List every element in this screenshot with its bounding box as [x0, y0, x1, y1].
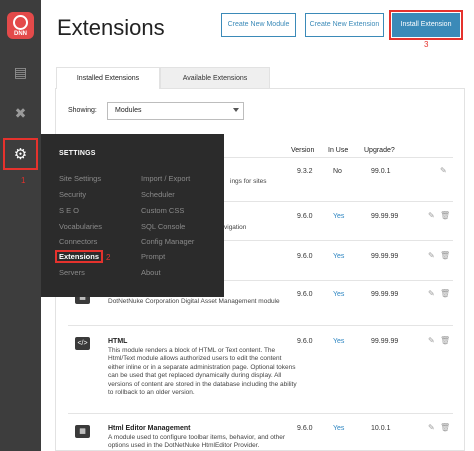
dnn-logo[interactable]: DNN: [7, 12, 34, 39]
document-icon[interactable]: ▤: [12, 64, 29, 81]
column-header-upgrade: Upgrade?: [364, 147, 395, 154]
row-1-in-use: No: [333, 168, 342, 175]
settings-flyout-menu: SETTINGS Site Settings Security S E O Vo…: [41, 134, 224, 297]
install-extension-button[interactable]: Install Extension: [392, 13, 460, 37]
chevron-down-icon: [233, 108, 239, 112]
page-title: Extensions: [57, 15, 165, 40]
menu-item-prompt[interactable]: Prompt: [141, 252, 165, 261]
editor-module-icon: ▦: [75, 425, 90, 438]
logo-text: DNN: [14, 31, 27, 37]
menu-item-connectors[interactable]: Connectors: [59, 237, 97, 246]
row-divider: [68, 413, 453, 414]
row-5-version: 9.6.0: [297, 338, 313, 345]
row-divider: [68, 325, 453, 326]
trash-icon[interactable]: 🗑: [440, 336, 450, 345]
pencil-icon[interactable]: ✎: [428, 423, 435, 432]
step-marker-3: 3: [424, 40, 429, 49]
gear-icon[interactable]: ⚙: [12, 146, 29, 163]
row-2-upgrade: 99.99.99: [371, 213, 399, 220]
row-3-upgrade: 99.99.99: [371, 253, 399, 260]
menu-item-sql-console[interactable]: SQL Console: [141, 222, 185, 231]
row-6-version: 9.6.0: [297, 425, 313, 432]
row-3-version: 9.6.0: [297, 253, 313, 260]
row-5-name: HTML: [108, 338, 128, 345]
row-1-description: ings for sites: [230, 178, 267, 185]
row-2-version: 9.6.0: [297, 213, 313, 220]
menu-item-config-manager[interactable]: Config Manager: [141, 237, 194, 246]
tab-available-extensions[interactable]: Available Extensions: [160, 67, 270, 89]
menu-item-extensions[interactable]: Extensions: [59, 252, 99, 261]
create-new-module-button[interactable]: Create New Module: [221, 13, 296, 37]
row-5-upgrade: 99.99.99: [371, 338, 399, 345]
trash-icon[interactable]: 🗑: [440, 423, 450, 432]
menu-item-servers[interactable]: Servers: [59, 268, 85, 277]
row-5-description: This module renders a block of HTML or T…: [108, 347, 297, 397]
trash-icon[interactable]: 🗑: [440, 211, 450, 220]
pencil-icon[interactable]: ✎: [428, 289, 435, 298]
tools-icon[interactable]: ✖: [12, 105, 29, 122]
create-new-extension-button[interactable]: Create New Extension: [305, 13, 384, 37]
trash-icon[interactable]: 🗑: [440, 289, 450, 298]
menu-item-about[interactable]: About: [141, 268, 161, 277]
menu-item-security[interactable]: Security: [59, 190, 86, 199]
row-1-version: 9.3.2: [297, 168, 313, 175]
row-6-in-use[interactable]: Yes: [333, 425, 344, 432]
row-4-in-use[interactable]: Yes: [333, 291, 344, 298]
logo-ring: [13, 15, 28, 30]
row-4-upgrade: 99.99.99: [371, 291, 399, 298]
step-marker-2: 2: [106, 253, 111, 262]
row-5-in-use[interactable]: Yes: [333, 338, 344, 345]
row-1-upgrade: 99.0.1: [371, 168, 391, 175]
showing-label: Showing:: [68, 107, 97, 114]
trash-icon[interactable]: 🗑: [440, 251, 450, 260]
step-marker-1: 1: [21, 176, 26, 185]
row-6-description: A module used to configure toolbar items…: [108, 434, 286, 450]
pencil-icon[interactable]: ✎: [428, 211, 435, 220]
menu-item-scheduler[interactable]: Scheduler: [141, 190, 175, 199]
row-6-upgrade: 10.0.1: [371, 425, 391, 432]
pencil-icon[interactable]: ✎: [428, 336, 435, 345]
row-4-description: DotNetNuke Corporation Digital Asset Man…: [108, 298, 280, 305]
flyout-title: SETTINGS: [59, 150, 96, 157]
menu-item-vocabularies[interactable]: Vocabularies: [59, 222, 102, 231]
menu-item-seo[interactable]: S E O: [59, 206, 79, 215]
extension-type-select[interactable]: Modules: [107, 102, 244, 120]
row-3-in-use[interactable]: Yes: [333, 253, 344, 260]
row-2-in-use[interactable]: Yes: [333, 213, 344, 220]
tab-installed-extensions[interactable]: Installed Extensions: [56, 67, 160, 89]
pencil-icon[interactable]: ✎: [440, 166, 447, 175]
row-6-name: Html Editor Management: [108, 425, 191, 432]
html-module-icon: </>: [75, 337, 90, 350]
menu-item-import-export[interactable]: Import / Export: [141, 174, 190, 183]
menu-item-custom-css[interactable]: Custom CSS: [141, 206, 184, 215]
row-2-description: vigation: [224, 224, 247, 231]
row-4-version: 9.6.0: [297, 291, 313, 298]
column-header-in-use: In Use: [328, 147, 349, 154]
menu-item-site-settings[interactable]: Site Settings: [59, 174, 101, 183]
column-header-version: Version: [291, 147, 315, 154]
pencil-icon[interactable]: ✎: [428, 251, 435, 260]
